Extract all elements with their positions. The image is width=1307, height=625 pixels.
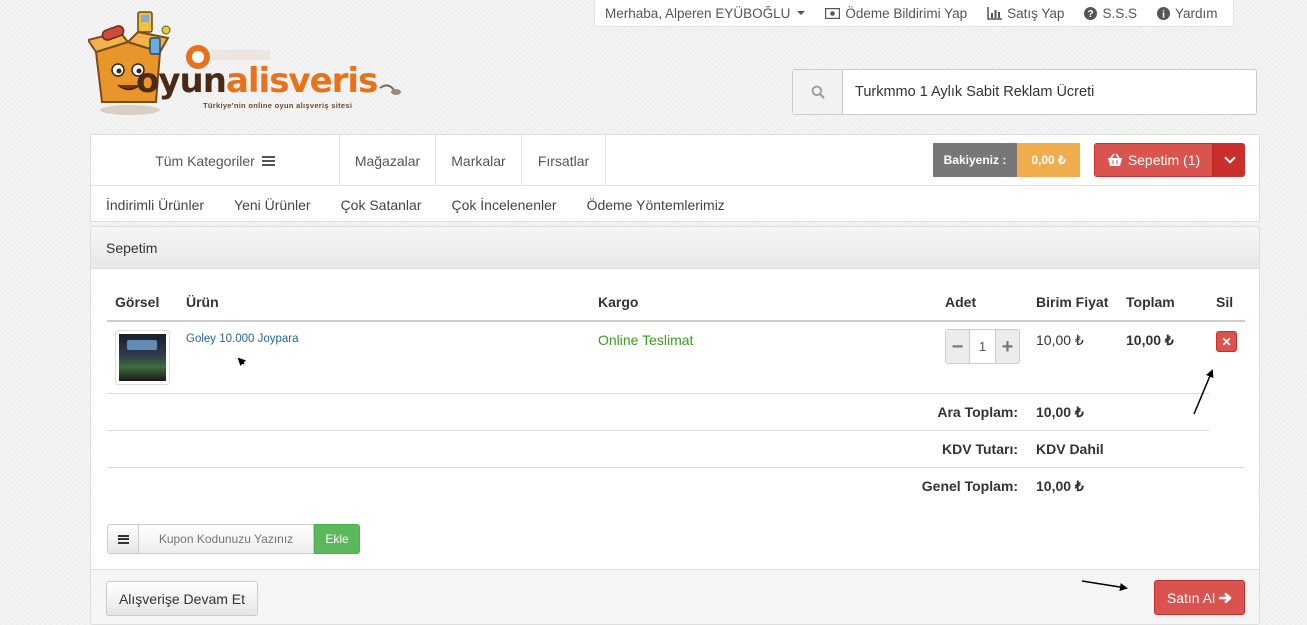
balance-widget[interactable]: Bakiyeniz : 0,00 ₺ [933, 143, 1080, 177]
svg-text:?: ? [1088, 9, 1094, 20]
nav-discounted[interactable]: İndirimli Ürünler [106, 197, 204, 213]
logo-tagline: Türkiye'nin online oyun alışveriş sitesi [203, 101, 353, 110]
balance-label: Bakiyeniz : [933, 143, 1017, 177]
help-link[interactable]: i Yardım [1147, 0, 1228, 26]
summary-divider-1 [107, 430, 1209, 431]
cart-panel: Sepetim Görsel Ürün Kargo Adet Birim Fiy… [90, 226, 1260, 625]
close-icon: ✕ [1221, 334, 1232, 349]
shipping-method: Online Teslimat [598, 332, 694, 348]
nav-new-products[interactable]: Yeni Ürünler [234, 197, 311, 213]
nav-brands-label: Markalar [451, 152, 506, 169]
vat-label: KDV Tutarı: [942, 441, 1018, 457]
top-bar: Merhaba, Alperen EYÜBOĞLU Ödeme Bildirim… [594, 0, 1234, 27]
coupon-input[interactable] [139, 524, 314, 554]
header-divider [107, 320, 1245, 322]
cart-label: Sepetim (1) [1127, 152, 1201, 168]
nav-primary: Tüm Kategoriler Mağazalar Markalar Fırsa… [91, 135, 1259, 186]
col-total: Toplam [1126, 294, 1175, 310]
col-delete: Sil [1216, 294, 1234, 310]
user-menu[interactable]: Merhaba, Alperen EYÜBOĞLU [595, 0, 815, 26]
search-icon [811, 85, 825, 99]
col-image: Görsel [115, 294, 160, 310]
sell-label: Satış Yap [1007, 5, 1065, 21]
faq-label: S.S.S [1102, 5, 1137, 21]
user-greeting: Merhaba, Alperen EYÜBOĞLU [605, 5, 791, 21]
help-label: Yardım [1174, 5, 1218, 21]
payment-notice-link[interactable]: Ödeme Bildirimi Yap [815, 0, 977, 26]
quantity-input[interactable] [969, 330, 996, 363]
product-thumbnail[interactable] [115, 330, 170, 385]
col-qty: Adet [945, 294, 977, 310]
cart-button-main[interactable]: Sepetim (1) [1094, 143, 1213, 177]
search-input[interactable] [843, 70, 1256, 114]
menu-icon [261, 155, 275, 166]
nav-deals-label: Fırsatlar [537, 152, 590, 169]
sell-link[interactable]: Satış Yap [977, 0, 1074, 26]
col-product: Ürün [186, 294, 219, 310]
svg-text:i: i [1162, 9, 1165, 20]
summary-divider-2 [107, 467, 1245, 468]
nav-stores[interactable]: Mağazalar [340, 135, 436, 186]
chevron-down-icon [1223, 152, 1236, 164]
search-button[interactable] [793, 70, 843, 114]
delete-item-button[interactable]: ✕ [1216, 331, 1237, 352]
site-logo[interactable]: oyunalisveris Türkiye'nin online oyun al… [88, 10, 408, 120]
basket-icon [1107, 153, 1122, 166]
nav-best-sellers[interactable]: Çok Satanlar [341, 197, 422, 213]
cart-panel-header: Sepetim [91, 227, 1259, 269]
vat-value: KDV Dahil [1036, 441, 1104, 457]
subtotal-value: 10,00 ₺ [1036, 404, 1084, 420]
product-link[interactable]: Goley 10.000 Joypara [186, 333, 299, 345]
money-icon [825, 7, 841, 19]
logo-name-part1: oyun [136, 61, 227, 101]
caret-down-icon [797, 11, 806, 15]
col-shipping: Kargo [598, 294, 639, 310]
all-categories-button[interactable]: Tüm Kategoriler [91, 135, 340, 186]
grand-total-label: Genel Toplam: [921, 478, 1018, 494]
nav-most-reviewed[interactable]: Çok İncelenenler [452, 197, 557, 213]
nav-secondary: İndirimli Ürünler Yeni Ürünler Çok Satan… [91, 187, 1259, 222]
product-image [119, 334, 166, 381]
main-nav: Tüm Kategoriler Mağazalar Markalar Fırsa… [90, 134, 1260, 222]
subtotal-label: Ara Toplam: [937, 404, 1018, 420]
row-divider [107, 393, 1209, 394]
balance-value: 0,00 ₺ [1017, 143, 1080, 177]
list-icon [117, 534, 129, 544]
faq-link[interactable]: ? S.S.S [1074, 0, 1147, 26]
logo-name-part2: alisveris [225, 61, 378, 101]
nav-payment-methods[interactable]: Ödeme Yöntemlerimiz [587, 197, 725, 213]
logo-wordmark: oyunalisveris [136, 61, 378, 101]
grand-total-value: 10,00 ₺ [1036, 478, 1084, 494]
decrease-qty-button[interactable]: − [946, 330, 969, 363]
buy-label: Satın Al [1166, 589, 1216, 606]
quantity-stepper: − + [945, 329, 1020, 364]
cart-panel-footer: Alışverişe Devam Et Satın Al [91, 569, 1259, 624]
coupon-menu-button[interactable] [107, 524, 139, 554]
nav-deals[interactable]: Fırsatlar [522, 135, 606, 186]
nav-stores-label: Mağazalar [354, 152, 421, 169]
nav-brands[interactable]: Markalar [436, 135, 522, 186]
coupon-form: Ekle [107, 524, 360, 554]
cart-button[interactable]: Sepetim (1) [1094, 143, 1245, 177]
cart-dropdown-toggle[interactable] [1213, 143, 1245, 177]
payment-notice-label: Ödeme Bildirimi Yap [845, 5, 968, 21]
info-icon: i [1156, 6, 1170, 20]
cart-title: Sepetim [106, 239, 158, 256]
increase-qty-button[interactable]: + [996, 330, 1019, 363]
arrow-right-icon [1219, 592, 1232, 603]
search-bar [792, 69, 1257, 115]
item-total: 10,00 ₺ [1126, 332, 1174, 348]
unit-price: 10,00 ₺ [1036, 332, 1084, 348]
col-unit-price: Birim Fiyat [1036, 294, 1109, 310]
buy-button[interactable]: Satın Al [1154, 580, 1245, 615]
continue-shopping-button[interactable]: Alışverişe Devam Et [106, 581, 258, 616]
all-categories-label: Tüm Kategoriler [155, 152, 255, 169]
coupon-add-button[interactable]: Ekle [314, 524, 360, 554]
bar-chart-icon [987, 6, 1003, 20]
question-icon: ? [1084, 6, 1098, 20]
